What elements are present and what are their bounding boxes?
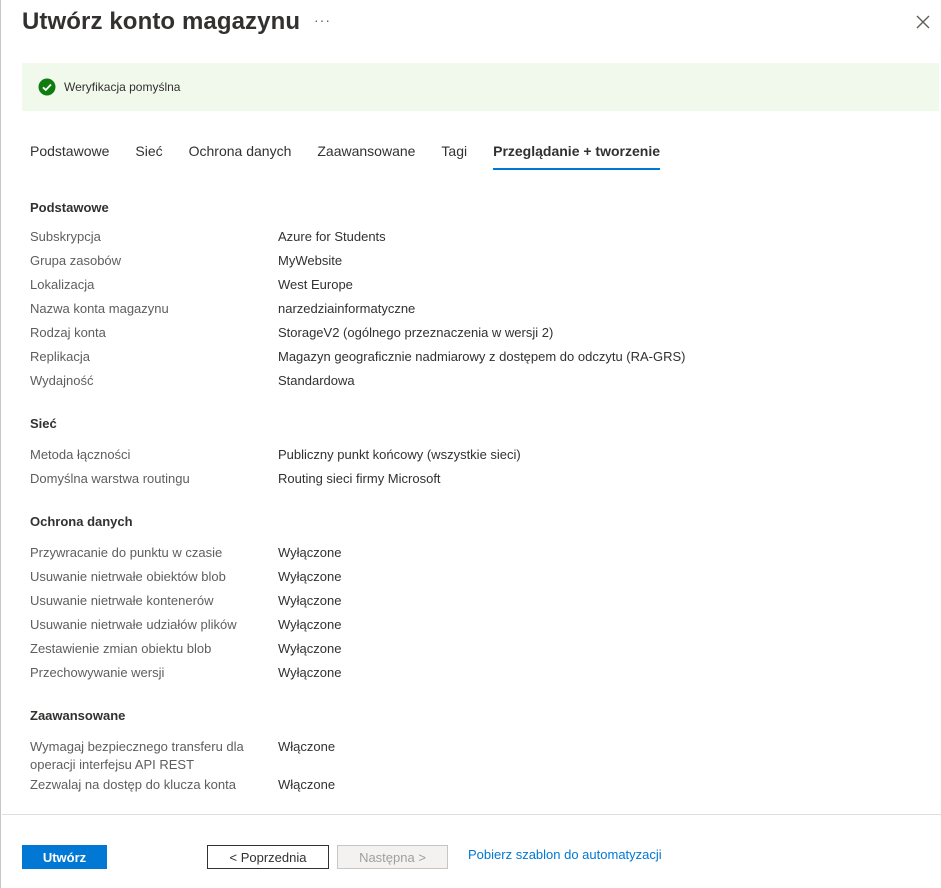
summary-value: West Europe: [278, 277, 353, 292]
summary-value: Wyłączone: [278, 617, 342, 632]
summary-value: Włączone: [278, 739, 336, 754]
footer-divider: [2, 814, 941, 815]
tab-network[interactable]: Sieć: [135, 143, 162, 169]
previous-button[interactable]: < Poprzednia: [207, 845, 329, 869]
summary-row: Rodzaj konta StorageV2 (ogólnego przeznac…: [30, 324, 930, 348]
summary-value: Azure for Students: [278, 229, 386, 244]
summary-value: narzedziainformatyczne: [278, 301, 416, 316]
summary-row: Zestawienie zmian obiektu blob Wyłączone: [30, 640, 930, 664]
summary-row: Domyślna warstwa routingu Routing sieci f…: [30, 470, 930, 494]
summary-value: Publiczny punkt końcowy (wszystkie sieci…: [278, 447, 521, 462]
summary-row: Replikacja Magazyn geograficznie nadmiaro…: [30, 348, 930, 372]
tab-advanced[interactable]: Zaawansowane: [317, 143, 415, 169]
next-button[interactable]: Następna >: [337, 845, 448, 869]
summary-value: Wyłączone: [278, 665, 342, 680]
summary-key: Usuwanie nietrwałe obiektów blob: [30, 569, 226, 584]
summary-row: Przechowywanie wersji Wyłączone: [30, 664, 930, 688]
check-circle-icon: [38, 78, 56, 96]
tab-tags[interactable]: Tagi: [441, 143, 467, 169]
summary-key: Usuwanie nietrwałe kontenerów: [30, 593, 214, 608]
section-title-network: Sieć: [30, 416, 57, 431]
summary-key: Metoda łączności: [30, 447, 131, 462]
summary-value: Wyłączone: [278, 545, 342, 560]
summary-value: Wyłączone: [278, 641, 342, 656]
summary-key: Przechowywanie wersji: [30, 665, 165, 680]
summary-row: Wydajność Standardowa: [30, 372, 930, 396]
summary-key: Rodzaj konta: [30, 325, 106, 340]
tab-review-create[interactable]: Przeglądanie + tworzenie: [493, 143, 660, 170]
summary-row: Przywracanie do punktu w czasie Wyłączone: [30, 544, 930, 568]
more-options-button[interactable]: ···: [314, 12, 331, 28]
close-icon[interactable]: [913, 12, 933, 32]
page-title: Utwórz konto magazynu: [22, 8, 301, 35]
tab-basics[interactable]: Podstawowe: [30, 143, 109, 169]
summary-key: Subskrypcja: [30, 229, 101, 244]
summary-value: Magazyn geograficznie nadmiarowy z dostę…: [278, 349, 686, 364]
section-title-advanced: Zaawansowane: [30, 708, 126, 723]
tab-bar: Podstawowe Sieć Ochrona danych Zaawansow…: [30, 143, 686, 171]
summary-key: Zestawienie zmian obiektu blob: [30, 641, 212, 656]
download-automation-template-link[interactable]: Pobierz szablon do automatyzacji: [468, 847, 662, 862]
summary-key: Usuwanie nietrwałe udziałów plików: [30, 617, 237, 632]
summary-key: Przywracanie do punktu w czasie: [30, 545, 223, 560]
summary-key: Grupa zasobów: [30, 253, 122, 268]
summary-key: Lokalizacja: [30, 277, 95, 292]
create-storage-account-panel: Utwórz konto magazynu ··· Weryfikacja po…: [0, 0, 941, 888]
summary-key: Zezwalaj na dostęp do klucza konta: [30, 777, 236, 792]
summary-value: Routing sieci firmy Microsoft: [278, 471, 441, 486]
summary-row: Subskrypcja Azure for Students: [30, 228, 930, 252]
summary-key: Wydajność: [30, 373, 94, 388]
summary-value: Wyłączone: [278, 569, 342, 584]
summary-key: Nazwa konta magazynu: [30, 301, 169, 316]
summary-value: Wyłączone: [278, 593, 342, 608]
summary-value: StorageV2 (ogólnego przeznaczenia w wers…: [278, 325, 554, 340]
create-button[interactable]: Utwórz: [22, 845, 107, 869]
summary-value: MyWebsite: [278, 253, 343, 268]
tab-data-protection[interactable]: Ochrona danych: [189, 143, 292, 169]
summary-row: Usuwanie nietrwałe obiektów blob Wyłączon…: [30, 568, 930, 592]
summary-row: Metoda łączności Publiczny punkt końcowy …: [30, 446, 930, 470]
summary-row: Usuwanie nietrwałe udziałów plików Wyłącz…: [30, 616, 930, 640]
summary-row: Lokalizacja West Europe: [30, 276, 930, 300]
summary-row: Grupa zasobów MyWebsite: [30, 252, 930, 276]
validation-banner: Weryfikacja pomyślna: [22, 63, 939, 111]
summary-key: Domyślna warstwa routingu: [30, 471, 190, 486]
summary-key: Wymagaj bezpiecznego transferu dla opera…: [30, 739, 244, 772]
summary-row: Nazwa konta magazynu narzedziainformatycz…: [30, 300, 930, 324]
summary-row: Usuwanie nietrwałe kontenerów Wyłączone: [30, 592, 930, 616]
section-title-basics: Podstawowe: [30, 200, 109, 215]
section-title-data-protection: Ochrona danych: [30, 514, 133, 529]
summary-key: Replikacja: [30, 349, 90, 364]
validation-message: Weryfikacja pomyślna: [64, 80, 181, 94]
summary-value: Włączone: [278, 777, 336, 792]
review-content[interactable]: Podstawowe Subskrypcja Azure for Students…: [30, 190, 930, 812]
summary-value: Standardowa: [278, 373, 355, 388]
summary-row: Wymagaj bezpiecznego transferu dla opera…: [30, 738, 930, 776]
summary-row: Zezwalaj na dostęp do klucza konta Włączo…: [30, 776, 930, 800]
